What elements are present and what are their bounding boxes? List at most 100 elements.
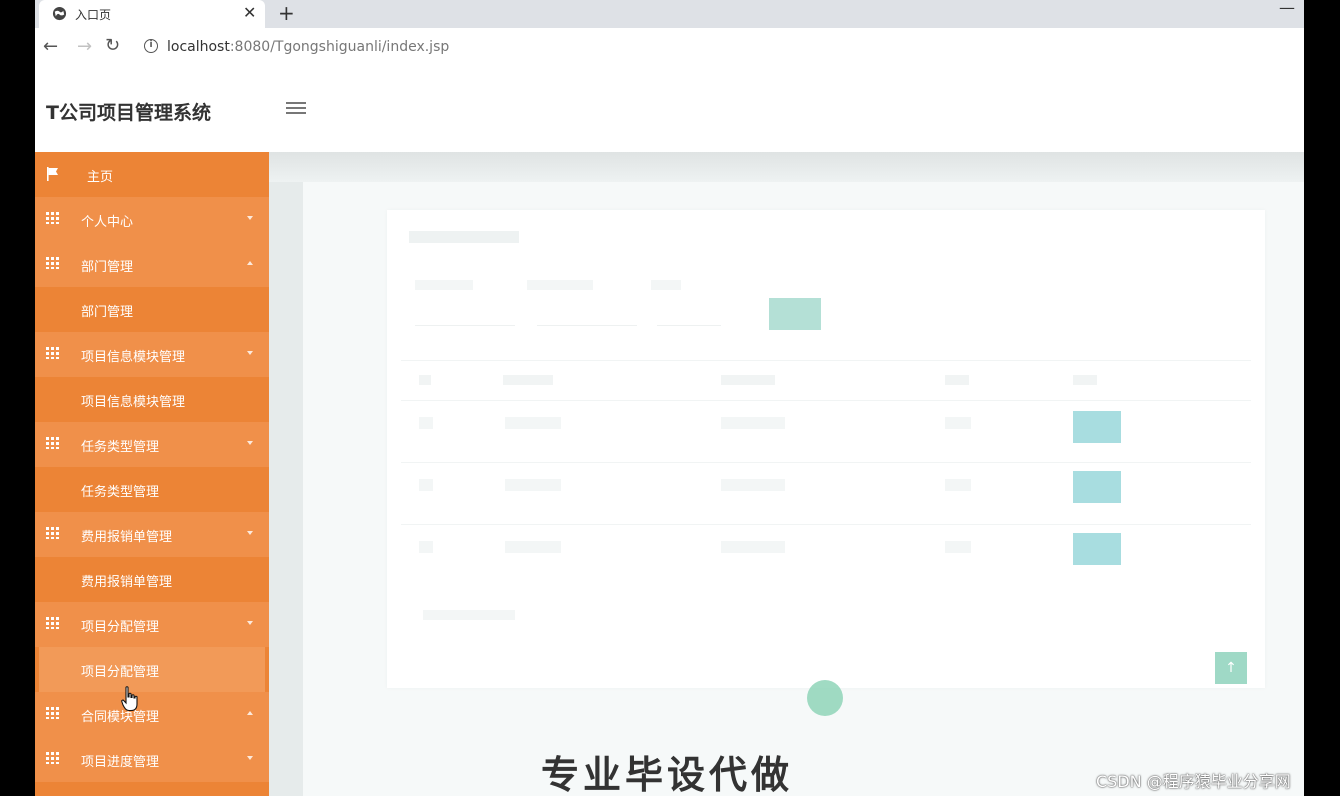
sidebar-item-project-assign[interactable]: 项目分配管理 <box>35 602 269 647</box>
column-header <box>721 375 775 385</box>
table-cell <box>505 479 561 491</box>
minimize-button[interactable]: — <box>1279 0 1295 17</box>
sidebar-item-department[interactable]: 部门管理 <box>35 242 269 287</box>
sidebar-subitem-task-type[interactable]: 任务类型管理 <box>35 467 269 512</box>
pagination[interactable] <box>423 610 515 620</box>
card-title-placeholder <box>409 226 529 246</box>
filter-input[interactable] <box>415 302 515 326</box>
table-cell <box>945 541 971 553</box>
column-header <box>1073 375 1097 385</box>
grid-icon <box>46 437 59 449</box>
chevron-up-icon <box>247 711 253 715</box>
table-row <box>401 462 1251 524</box>
app-header: T公司项目管理系统 <box>35 68 1304 152</box>
sidebar-item-label: 项目信息模块管理 <box>81 350 186 365</box>
sidebar-item-label: 部门管理 <box>81 305 134 320</box>
sidebar-item-label: 项目进度管理 <box>81 755 160 770</box>
column-header <box>503 375 553 385</box>
sidebar-item-progress[interactable]: 项目进度管理 <box>35 737 269 782</box>
grid-icon <box>46 347 59 359</box>
chevron-up-icon <box>247 261 253 265</box>
app-title: T公司项目管理系统 <box>46 102 211 124</box>
watermark-text: CSDN @程序猿毕业分享网 <box>1096 772 1291 791</box>
sidebar-item-label: 主页 <box>87 170 114 185</box>
flag-icon <box>47 167 58 181</box>
table-cell <box>505 541 561 553</box>
sidebar-item-home[interactable]: 主页 <box>35 152 269 197</box>
back-arrow-icon[interactable]: ← <box>43 36 58 57</box>
address-bar[interactable]: localhost:8080/Tgongshiguanli/index.jsp <box>167 39 449 55</box>
scroll-top-button[interactable]: ↑ <box>1215 652 1247 684</box>
column-header <box>419 375 431 385</box>
sidebar-item-project-info[interactable]: 项目信息模块管理 <box>35 332 269 377</box>
hamburger-menu-icon[interactable] <box>286 99 306 119</box>
close-tab-icon[interactable]: ✕ <box>243 3 256 22</box>
table-cell <box>505 417 561 429</box>
new-tab-button[interactable]: + <box>278 1 295 25</box>
forward-arrow-icon[interactable]: → <box>77 36 92 57</box>
sidebar-item-contract[interactable]: 合同模块管理 <box>35 692 269 737</box>
chevron-down-icon <box>247 756 253 760</box>
content-panel: ↑ <box>303 182 1304 796</box>
reload-icon[interactable]: ↻ <box>105 35 120 56</box>
loading-list-card: ↑ <box>387 210 1265 716</box>
chevron-down-icon <box>247 531 253 535</box>
table-cell <box>419 541 433 553</box>
sidebar-subitem-project-info[interactable]: 项目信息模块管理 <box>35 377 269 422</box>
table-row <box>401 400 1251 462</box>
sidebar-subitem-expense[interactable]: 费用报销单管理 <box>35 557 269 602</box>
table-cell <box>419 479 433 491</box>
filter-input[interactable] <box>537 302 637 326</box>
row-action-button[interactable] <box>1073 411 1121 443</box>
filter-label-placeholder <box>651 280 681 290</box>
row-action-button[interactable] <box>1073 533 1121 565</box>
sidebar-subitem-department[interactable]: 部门管理 <box>35 287 269 332</box>
tab-title: 入口页 <box>75 8 112 22</box>
globe-icon <box>52 6 67 21</box>
table-cell <box>721 479 785 491</box>
chevron-down-icon <box>247 621 253 625</box>
grid-icon <box>46 752 59 764</box>
promo-headline: 专业毕设代做 <box>541 753 794 796</box>
sidebar-item-label: 个人中心 <box>81 215 134 230</box>
url-path: :8080/Tgongshiguanli/index.jsp <box>229 39 450 55</box>
url-host: localhost <box>167 39 230 55</box>
sidebar-item-label: 费用报销单管理 <box>81 530 173 545</box>
chevron-down-icon <box>247 351 253 355</box>
tab-strip: 入口页 ✕ + — <box>35 0 1304 28</box>
site-info-icon[interactable]: i <box>144 39 158 53</box>
grid-icon <box>46 617 59 629</box>
chevron-down-icon <box>247 441 253 445</box>
sidebar-item-task-type[interactable]: 任务类型管理 <box>35 422 269 467</box>
sidebar-item-label: 任务类型管理 <box>81 485 160 500</box>
address-toolbar: ← → ↻ i localhost:8080/Tgongshiguanli/in… <box>35 28 1304 68</box>
loading-spinner <box>807 680 843 716</box>
grid-icon <box>46 212 59 224</box>
table-row <box>401 524 1251 586</box>
sidebar-item-label: 任务类型管理 <box>81 440 160 455</box>
sidebar-item-label: 费用报销单管理 <box>81 575 173 590</box>
table-cell <box>945 479 971 491</box>
sidebar-item-label: 部门管理 <box>81 260 134 275</box>
sidebar-item-label: 项目信息模块管理 <box>81 395 186 410</box>
sidebar-item-label: 项目分配管理 <box>81 665 160 680</box>
search-button[interactable] <box>769 298 821 330</box>
table-cell <box>721 541 785 553</box>
table-cell <box>721 417 785 429</box>
table-cell <box>945 417 971 429</box>
filter-select[interactable] <box>657 302 721 326</box>
browser-tab[interactable]: 入口页 ✕ <box>39 0 265 28</box>
screen-edge-right <box>1304 0 1340 796</box>
main-content: ↑ 专业毕设代做 <box>269 152 1304 796</box>
grid-icon <box>46 527 59 539</box>
sidebar-subitem-project-assign[interactable]: 项目分配管理 <box>39 647 265 692</box>
column-header <box>945 375 969 385</box>
sidebar-item-personal-center[interactable]: 个人中心 <box>35 197 269 242</box>
chevron-down-icon <box>247 216 253 220</box>
content-top-shadow <box>269 152 1304 182</box>
sidebar: 主页 个人中心 部门管理 部门管理 项目信息模块管理 项目信息模块管理 任务类型… <box>35 152 269 796</box>
browser-window: 入口页 ✕ + — ← → ↻ i localhost:8080/Tgongsh… <box>35 0 1304 796</box>
filter-label-placeholder <box>527 280 593 290</box>
row-action-button[interactable] <box>1073 471 1121 503</box>
sidebar-item-expense[interactable]: 费用报销单管理 <box>35 512 269 557</box>
